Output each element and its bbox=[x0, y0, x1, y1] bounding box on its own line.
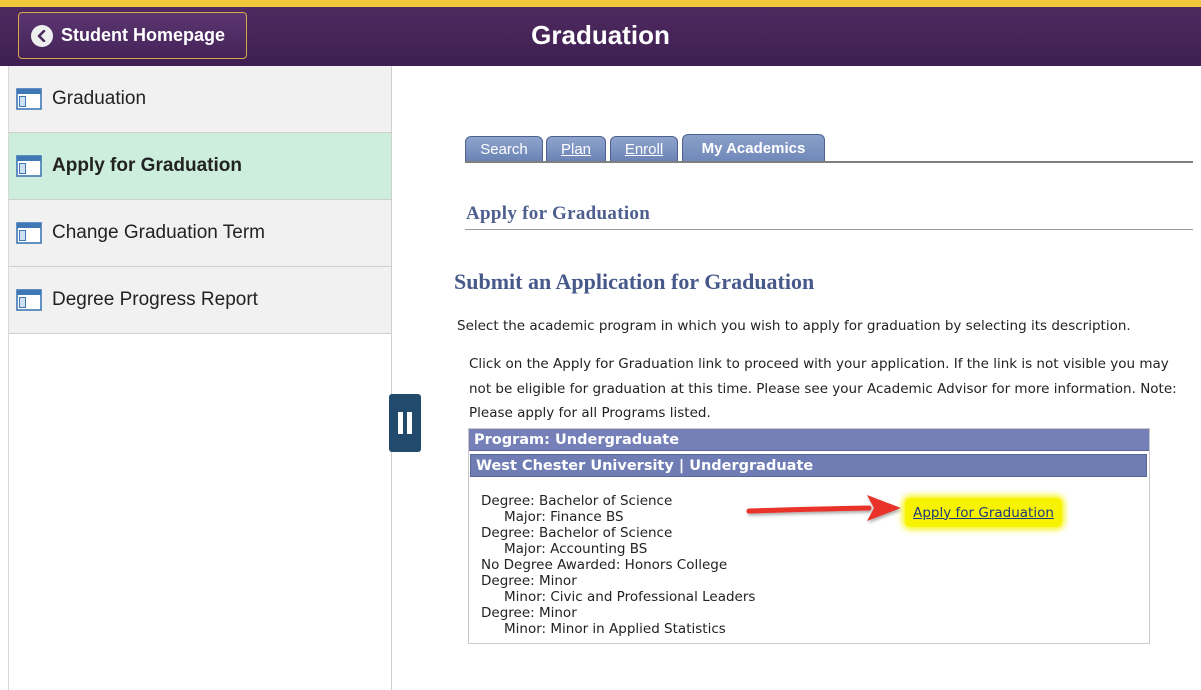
sidebar-item-change-graduation-term[interactable]: Change Graduation Term bbox=[9, 200, 391, 267]
tab-label: Enroll bbox=[624, 141, 664, 158]
program-panel: Program: Undergraduate West Chester Univ… bbox=[468, 428, 1150, 644]
minor-line: Minor: Civic and Professional Leaders bbox=[504, 589, 756, 605]
pause-collapse-icon bbox=[398, 412, 403, 434]
tab-label: Plan bbox=[560, 141, 592, 158]
page-icon bbox=[16, 88, 42, 110]
apply-for-graduation-link[interactable]: Apply for Graduation bbox=[913, 505, 1054, 521]
sidebar: Graduation Apply for Graduation Change G… bbox=[8, 66, 392, 690]
degree-line: No Degree Awarded: Honors College bbox=[481, 557, 728, 573]
tab-plan[interactable]: Plan bbox=[546, 136, 606, 162]
minor-line: Minor: Minor in Applied Statistics bbox=[504, 621, 726, 637]
sidebar-item-degree-progress-report[interactable]: Degree Progress Report bbox=[9, 267, 391, 334]
section-divider bbox=[465, 229, 1193, 230]
sidebar-item-graduation[interactable]: Graduation bbox=[9, 66, 391, 133]
degree-line: Degree: Bachelor of Science bbox=[481, 493, 673, 509]
sidebar-item-label: Apply for Graduation bbox=[52, 155, 242, 176]
sidebar-collapse-button[interactable] bbox=[389, 394, 421, 452]
section-title: Apply for Graduation bbox=[466, 203, 651, 224]
highlight-marker: Apply for Graduation bbox=[905, 498, 1062, 527]
instruction-note: Click on the Apply for Graduation link t… bbox=[469, 356, 1177, 421]
top-banner: Student Homepage Graduation bbox=[0, 0, 1201, 66]
degree-line: Degree: Bachelor of Science bbox=[481, 525, 673, 541]
institution-header: West Chester University | Undergraduate bbox=[470, 454, 1147, 477]
instruction-text: Select the academic program in which you… bbox=[457, 318, 1131, 334]
page-title: Graduation bbox=[531, 20, 670, 50]
degree-line: Degree: Minor bbox=[481, 573, 577, 589]
degree-line: Degree: Minor bbox=[481, 605, 577, 621]
sidebar-item-apply-for-graduation[interactable]: Apply for Graduation bbox=[9, 133, 391, 200]
main-heading: Submit an Application for Graduation bbox=[454, 269, 815, 294]
page-icon bbox=[16, 222, 42, 244]
page-icon bbox=[16, 289, 42, 311]
sidebar-item-label: Graduation bbox=[52, 88, 147, 109]
program-header: Program: Undergraduate bbox=[469, 429, 1149, 451]
tab-search[interactable]: Search bbox=[465, 136, 543, 162]
red-arrow-annotation bbox=[746, 495, 901, 521]
tab-enroll[interactable]: Enroll bbox=[610, 136, 678, 162]
sidebar-item-label: Change Graduation Term bbox=[52, 222, 265, 243]
sidebar-item-label: Degree Progress Report bbox=[52, 289, 258, 310]
tab-my-academics[interactable]: My Academics bbox=[682, 134, 825, 162]
page-icon bbox=[16, 155, 42, 177]
major-line: Major: Finance BS bbox=[504, 509, 624, 525]
tab-label: My Academics bbox=[701, 140, 806, 157]
tab-underline bbox=[465, 161, 1193, 163]
major-line: Major: Accounting BS bbox=[504, 541, 648, 557]
tab-label: Search bbox=[480, 141, 528, 158]
pause-collapse-icon bbox=[407, 412, 412, 434]
degree-list: Degree: Bachelor of Science Major: Finan… bbox=[481, 493, 755, 637]
